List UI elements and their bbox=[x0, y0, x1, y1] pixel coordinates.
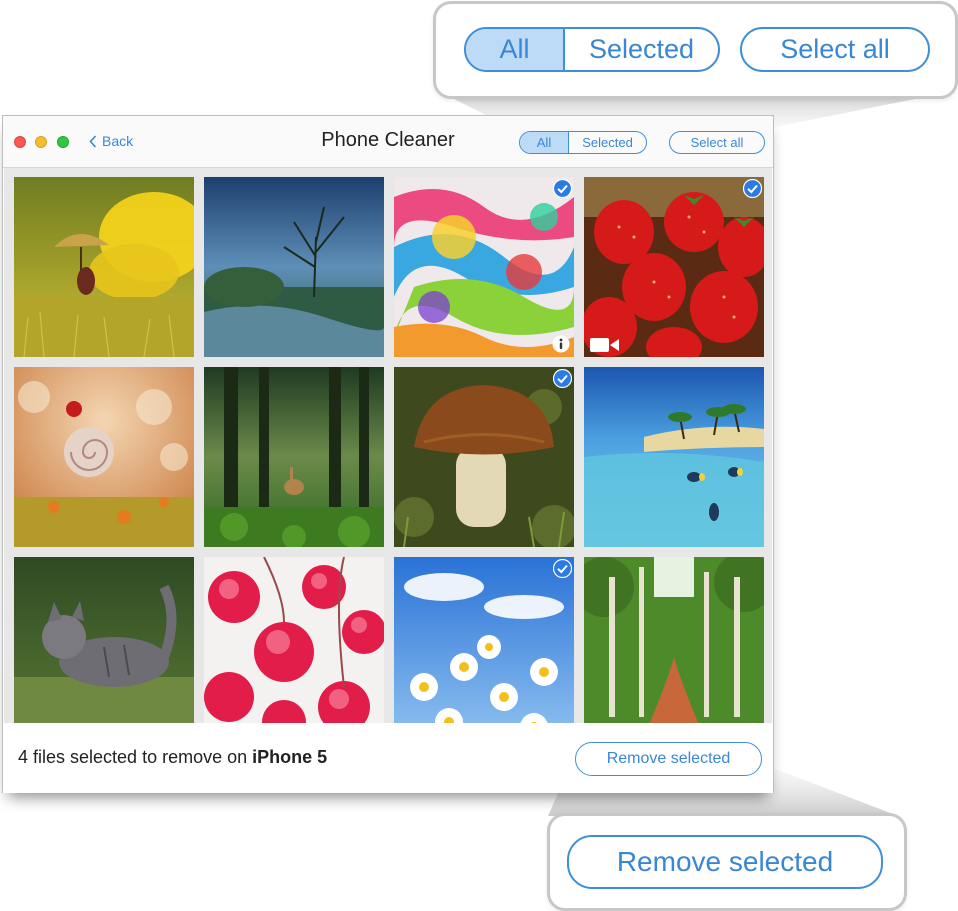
zoom-filter-selected: Selected bbox=[588, 34, 695, 64]
filter-all-tab[interactable]: All bbox=[520, 132, 569, 153]
remove-selected-button[interactable]: Remove selected bbox=[575, 742, 762, 776]
zoom-remove-selected-button: Remove selected bbox=[567, 835, 883, 889]
photo-grid bbox=[4, 168, 772, 723]
photo-tile[interactable] bbox=[394, 177, 574, 357]
photo-frosted-berries bbox=[204, 557, 384, 723]
status-text: 4 files selected to remove on bbox=[18, 747, 248, 767]
zoom-filter-all: All bbox=[466, 29, 565, 70]
photo-deer-forest bbox=[204, 367, 384, 547]
photo-ladybug-snail bbox=[14, 367, 194, 547]
footer-bar: 4 files selected to remove on iPhone 5 R… bbox=[3, 723, 773, 793]
photo-tile[interactable] bbox=[584, 557, 764, 723]
photo-strawberries bbox=[584, 177, 764, 357]
select-all-button[interactable]: Select all bbox=[669, 131, 765, 154]
photo-tree-river bbox=[204, 177, 384, 357]
filter-segmented-control: All Selected bbox=[519, 131, 647, 154]
photo-tile[interactable] bbox=[204, 177, 384, 357]
zoom-select-all-button: Select all bbox=[740, 27, 930, 72]
photo-tile[interactable] bbox=[394, 557, 574, 723]
photo-daisies-sky bbox=[394, 557, 574, 723]
zoom-callout-remove: Remove selected bbox=[547, 813, 907, 911]
video-icon bbox=[590, 338, 619, 352]
photo-tile[interactable] bbox=[584, 177, 764, 357]
phone-cleaner-window: Back Phone Cleaner All Selected Select a… bbox=[2, 115, 774, 793]
photo-paint-splash bbox=[394, 177, 574, 357]
photo-tile[interactable] bbox=[14, 367, 194, 547]
photo-mushroom bbox=[394, 367, 574, 547]
photo-tile[interactable] bbox=[394, 367, 574, 547]
photo-birch-path bbox=[584, 557, 764, 723]
selected-check-icon[interactable] bbox=[743, 179, 762, 198]
photo-tile[interactable] bbox=[14, 177, 194, 357]
device-name: iPhone 5 bbox=[252, 747, 328, 767]
photo-tile[interactable] bbox=[204, 367, 384, 547]
info-icon[interactable] bbox=[552, 335, 570, 353]
selection-status: 4 files selected to remove on iPhone 5 bbox=[18, 747, 327, 768]
selected-check-icon[interactable] bbox=[553, 179, 572, 198]
photo-tropical-sea bbox=[584, 367, 764, 547]
window-title: Phone Cleaner bbox=[321, 129, 455, 151]
zoom-filter-segmented-control: All Selected bbox=[464, 27, 720, 72]
selected-check-icon[interactable] bbox=[553, 559, 572, 578]
selected-check-icon[interactable] bbox=[553, 369, 572, 388]
title-bar: Back Phone Cleaner All Selected Select a… bbox=[3, 116, 773, 168]
zoom-callout-filter: All Selected Select all bbox=[433, 1, 958, 99]
filter-selected-tab[interactable]: Selected bbox=[569, 132, 646, 153]
photo-kitten-grass bbox=[14, 557, 194, 723]
photo-tile[interactable] bbox=[584, 367, 764, 547]
photo-tile[interactable] bbox=[204, 557, 384, 723]
photo-tile[interactable] bbox=[14, 557, 194, 723]
photo-umbrella-meadow bbox=[14, 177, 194, 357]
